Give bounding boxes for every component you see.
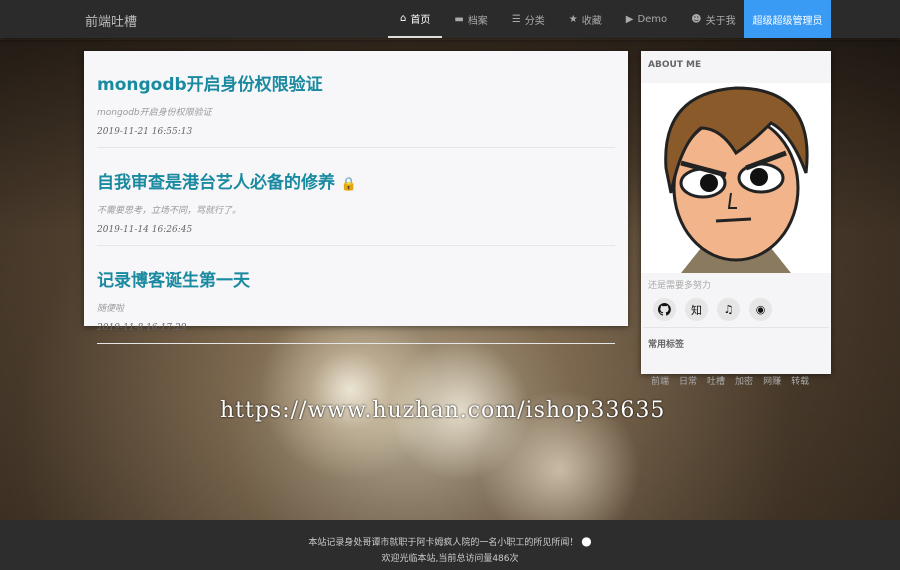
tag-list: 前端 日常 吐槽 加密 网赚 转载 [641,359,831,387]
post-title[interactable]: 记录博客诞生第一天 [97,266,615,291]
nav-item-demo[interactable]: ▶ Demo [614,0,679,38]
post-date: 2019-11-21 16:55:13 [97,127,193,137]
nav-item-home[interactable]: ⌂ 首页 [388,0,443,38]
home-icon: ⌂ [400,12,407,24]
avatar [641,83,831,273]
admin-button[interactable]: 超级超级管理员 [744,0,831,38]
music-icon[interactable]: ♫ [717,298,740,321]
post-description: 随便啦 [97,304,125,314]
github-icon[interactable]: ● [581,534,591,548]
nav-label: Demo [637,13,668,25]
tag-item[interactable]: 日常 [679,374,697,387]
motto-text: 还是需要多努力 [648,281,712,291]
social-links: 知 ♫ ◉ [643,296,829,328]
post-item: 自我审查是港台艺人必备的修养 🔒 不需要思考，立场不同，骂就行了。 2019-1… [97,148,615,246]
tags-heading: 常用标签 [648,340,685,350]
post-description: mongodb开启身份权限验证 [97,108,212,118]
play-icon: ▶ [625,13,634,25]
post-item: 记录博客诞生第一天 随便啦 2019-11-8 16:17:29 [97,246,615,344]
post-date: 2019-11-14 16:26:45 [97,225,193,235]
watermark-text: https://www.huzhan.com/ishop33635 [220,398,666,423]
tag-item[interactable]: 网赚 [763,374,781,387]
brand-logo[interactable]: 前端吐槽 [85,11,137,30]
post-title[interactable]: 自我审查是港台艺人必备的修养 🔒 [97,168,615,193]
tag-item[interactable]: 转载 [791,374,809,387]
post-title-text: 自我审查是港台艺人必备的修养 [97,173,335,193]
zhihu-icon[interactable]: 知 [685,298,708,321]
footer-line-1: 本站记录身处哥谭市就职于阿卡姆疯人院的一名小职工的所见所闻！ ● [0,533,900,551]
tag-item[interactable]: 吐槽 [707,374,725,387]
nav-item-about[interactable]: ☻ 关于我 [679,0,747,38]
github-icon[interactable] [653,298,676,321]
post-title[interactable]: mongodb开启身份权限验证 [97,70,615,95]
nav-item-archive[interactable]: ▬ 档案 [442,0,499,38]
nav-label: 收藏 [581,15,602,27]
post-description: 不需要思考，立场不同，骂就行了。 [97,206,242,216]
about-sidebar: ABOUT ME 还是需要多努力 知 ♫ ◉ 常用标签 前端 日常 吐槽 加密 … [641,51,831,387]
smile-icon: ☻ [691,13,702,25]
nav-menu: ⌂ 首页 ▬ 档案 ☰ 分类 ★ 收藏 ▶ Demo ☻ 关于我 [388,0,748,38]
post-list: mongodb开启身份权限验证 mongodb开启身份权限验证 2019-11-… [84,51,628,344]
nav-label: 首页 [410,14,431,26]
nav-label: 关于我 [705,15,736,27]
footer: 本站记录身处哥谭市就职于阿卡姆疯人院的一名小职工的所见所闻！ ● 欢迎光临本站,… [0,520,900,570]
weibo-icon[interactable]: ◉ [749,298,772,321]
tag-item[interactable]: 加密 [735,374,753,387]
star-icon: ★ [568,13,578,25]
folder-icon: ▬ [454,13,464,25]
nav-item-category[interactable]: ☰ 分类 [500,0,557,38]
list-icon: ☰ [511,13,521,25]
nav-item-favorites[interactable]: ★ 收藏 [557,0,614,38]
nav-label: 分类 [524,15,545,27]
nav-label: 档案 [467,15,488,27]
post-item: mongodb开启身份权限验证 mongodb开启身份权限验证 2019-11-… [97,51,615,148]
footer-text: 本站记录身处哥谭市就职于阿卡姆疯人院的一名小职工的所见所闻！ [308,538,579,548]
tag-item[interactable]: 前端 [651,374,669,387]
top-navbar: 前端吐槽 ⌂ 首页 ▬ 档案 ☰ 分类 ★ 收藏 ▶ Demo ☻ 关于我 超级超级管理员 [0,0,900,38]
post-date: 2019-11-8 16:17:29 [97,323,187,333]
footer-visit-count: 欢迎光临本站,当前总访问量486次 [381,554,519,564]
about-heading: ABOUT ME [648,60,702,70]
lock-icon: 🔒 [340,177,358,192]
